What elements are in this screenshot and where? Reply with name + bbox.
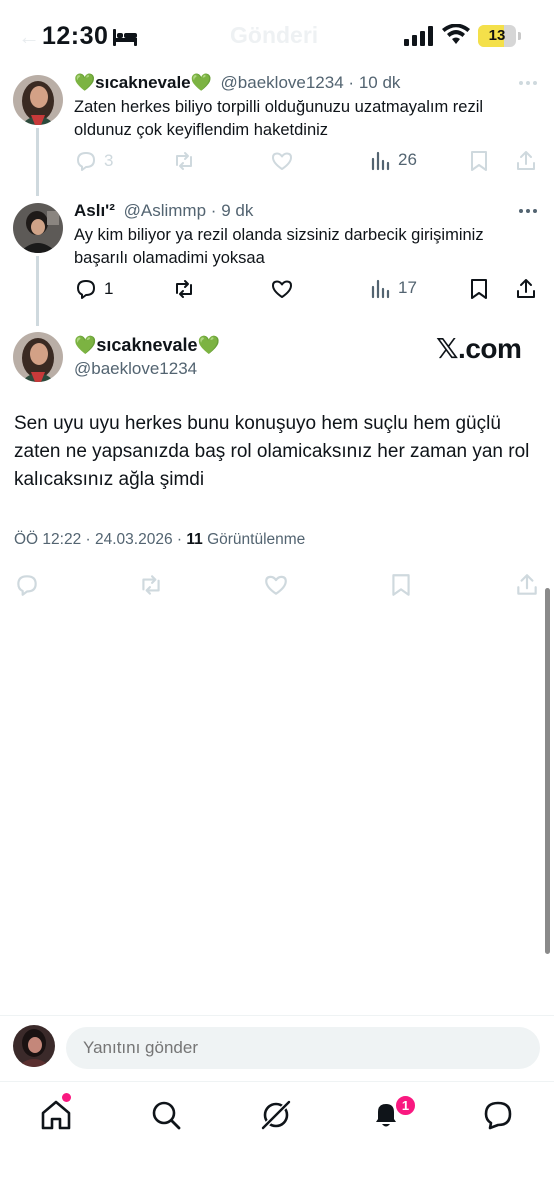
like-action[interactable]: [270, 149, 294, 173]
views-count[interactable]: 11: [186, 531, 202, 548]
bookmark-action[interactable]: [468, 149, 490, 173]
grok-icon: [261, 1100, 291, 1130]
battery-indicator: 13: [478, 25, 516, 47]
reply-icon: [77, 280, 95, 299]
user-avatar[interactable]: [13, 1025, 55, 1067]
display-name[interactable]: 💚sıcaknevale💚: [74, 335, 220, 356]
avatar[interactable]: [13, 332, 63, 382]
thread-line: [36, 128, 39, 196]
share-action[interactable]: [514, 572, 540, 598]
notification-badge: 1: [394, 1094, 417, 1117]
handle[interactable]: @baeklove1234: [221, 73, 344, 92]
search-icon: [152, 1101, 181, 1130]
thread-line: [36, 256, 39, 326]
status-time: 12:30: [42, 22, 109, 50]
handle[interactable]: @Aslimmp: [124, 201, 206, 220]
like-action[interactable]: [270, 277, 294, 301]
reply-input[interactable]: [66, 1027, 540, 1069]
header-title: Gönderi: [230, 22, 319, 48]
nav-messages[interactable]: [480, 1097, 516, 1133]
bookmark-action[interactable]: [468, 277, 490, 301]
reply-action[interactable]: [14, 572, 40, 598]
share-icon: [517, 151, 535, 170]
heart-icon: [272, 152, 292, 170]
repost-icon: [142, 575, 160, 595]
tweet-text: Ay kim biliyor ya rezil olanda sizsiniz …: [74, 226, 484, 267]
sleep-focus-icon: [113, 29, 137, 46]
wifi-icon: [442, 24, 470, 44]
timestamp: 9 dk: [221, 201, 254, 220]
repost-action[interactable]: [172, 277, 196, 301]
reply-icon: [17, 575, 37, 596]
reply-count: 3: [104, 151, 114, 170]
tweet-text: Zaten herkes biliyo torpilli olduğunuzu …: [74, 98, 484, 139]
messages-icon: [484, 1101, 512, 1130]
reply-action[interactable]: 3: [74, 149, 113, 173]
more-options-icon[interactable]: [518, 208, 538, 214]
battery-level: 13: [488, 27, 506, 44]
bookmark-icon: [471, 279, 487, 299]
share-icon: [517, 279, 535, 298]
bookmark-icon: [471, 151, 487, 171]
share-action[interactable]: [514, 277, 538, 301]
views-count: 26: [398, 150, 417, 169]
share-icon: [517, 574, 537, 595]
bookmark-icon: [392, 574, 410, 596]
repost-action[interactable]: [172, 149, 196, 173]
more-options-icon[interactable]: [518, 80, 538, 86]
tweet-date: 24.03.2026: [95, 531, 173, 548]
nav-search[interactable]: [148, 1097, 184, 1133]
tweet-text: Sen uyu uyu herkes bunu konuşuyo hem suç…: [14, 413, 530, 490]
tweet-time: ÖÖ 12:22: [14, 531, 82, 548]
views-label: Görüntülenme: [207, 531, 306, 548]
like-action[interactable]: [263, 572, 289, 598]
views-count: 17: [398, 278, 417, 297]
x-com-watermark: 𝕏.com: [436, 333, 522, 364]
views-icon: [371, 151, 390, 171]
repost-action[interactable]: [138, 572, 164, 598]
handle[interactable]: @baeklove1234: [74, 359, 197, 379]
back-arrow-icon[interactable]: ←: [18, 24, 40, 50]
repost-icon: [176, 152, 192, 170]
share-action[interactable]: [514, 149, 538, 173]
nav-home[interactable]: [38, 1097, 74, 1133]
views-action[interactable]: 17: [370, 277, 417, 299]
status-bar: ← Gönderi 12:30 13: [0, 0, 554, 72]
timestamp: 10 dk: [358, 73, 401, 92]
tweet-meta: ÖÖ 12:22 · 24.03.2026 · 11 Görüntülenme: [14, 531, 306, 548]
home-notification-dot: [62, 1093, 71, 1102]
views-action[interactable]: 26: [370, 149, 417, 171]
heart-icon: [265, 575, 287, 595]
avatar[interactable]: [13, 203, 63, 253]
repost-icon: [176, 280, 192, 298]
reply-count: 1: [104, 279, 114, 298]
home-icon: [41, 1100, 71, 1130]
views-icon: [371, 279, 390, 299]
nav-grok[interactable]: [258, 1097, 294, 1133]
heart-icon: [272, 280, 292, 298]
reply-action[interactable]: 1: [74, 277, 113, 301]
display-name[interactable]: 💚sıcaknevale💚: [74, 73, 212, 92]
scrollbar[interactable]: [545, 588, 550, 954]
signal-icon: [404, 26, 433, 46]
reply-icon: [77, 152, 95, 171]
display-name[interactable]: Aslı'²: [74, 201, 115, 220]
avatar[interactable]: [13, 75, 63, 125]
bookmark-action[interactable]: [389, 572, 413, 598]
